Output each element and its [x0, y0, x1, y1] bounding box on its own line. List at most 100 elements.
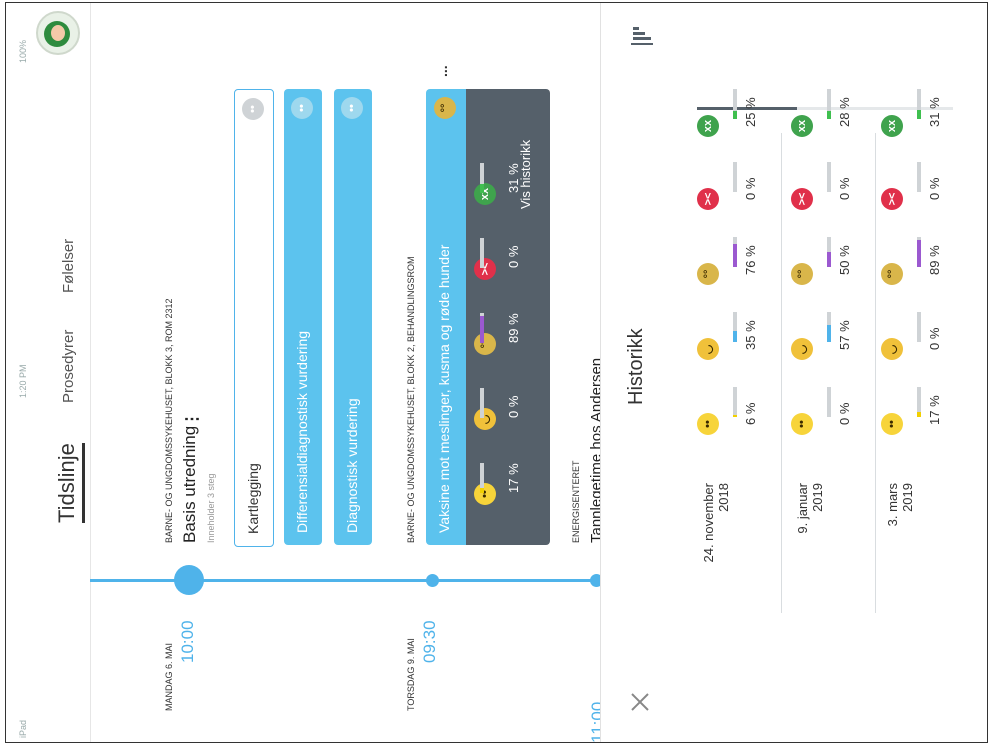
event-subtitle: Inneholder 3 steg — [206, 473, 216, 543]
column-divider — [781, 133, 782, 613]
event-location: BARNE- OG UNGDOMSSYKEHUSET, BLOKK 2, BEH… — [406, 256, 416, 543]
avatar[interactable] — [36, 11, 80, 55]
event-location: BARNE- OG UNGDOMSSYKEHUSET, BLOKK 3, ROM… — [164, 298, 174, 543]
fear-face-icon: °° — [434, 97, 456, 119]
emotion-level-bar — [733, 162, 737, 192]
emotion-level-bar — [827, 312, 831, 342]
emotion-percentage: 17 % — [927, 395, 942, 425]
emotion-level-bar — [480, 388, 484, 418]
step-label: Diagnostisk vurdering — [344, 398, 360, 533]
emotion-percentage: 89 % — [506, 313, 521, 343]
tab-tidslinje[interactable]: Tidslinje — [54, 443, 85, 523]
sick-face-icon: xx — [697, 115, 719, 137]
angry-face-icon: >< — [474, 258, 496, 280]
emotion-percentage: 35 % — [743, 320, 758, 350]
neutral-face-icon: •• — [291, 97, 313, 119]
timeline-node-large — [174, 565, 204, 595]
emotion-percentage: 25 % — [743, 97, 758, 127]
vaccine-emotion-panel: Vis historikk •• 17 % ◡ 0 % °° 89 % >< 0 % xx 31 … — [466, 89, 550, 545]
sick-face-icon: xx — [791, 115, 813, 137]
emotion-level-bar — [733, 237, 737, 267]
sad-face-icon: ◡ — [474, 408, 496, 430]
device-label: iPad — [18, 719, 28, 738]
emotion-percentage: 0 % — [837, 177, 852, 200]
history-date: 3. mars 2019 — [885, 483, 915, 527]
history-panel: Historikk 24. november 2018 •• 6 % ◡ 35 % °° 76… — [600, 3, 987, 742]
angry-face-icon: >< — [791, 188, 813, 210]
emotion-percentage: 57 % — [837, 320, 852, 350]
sick-face-icon: xx — [881, 115, 903, 137]
emotion-percentage: 0 % — [743, 177, 758, 200]
event-time: 09:30 — [420, 620, 439, 663]
sad-face-icon: ◡ — [791, 338, 813, 360]
tab-folelser[interactable]: Følelser — [60, 239, 77, 293]
battery-level: 100% — [18, 39, 28, 63]
emotion-level-bar — [827, 162, 831, 192]
fear-face-icon: °° — [474, 333, 496, 355]
emotion-level-bar — [733, 387, 737, 417]
step-card-kartlegging[interactable]: Kartlegging •• — [234, 89, 274, 547]
emotion-percentage: 0 % — [506, 395, 521, 418]
timeline-line — [90, 579, 600, 582]
emotion-level-bar — [827, 89, 831, 119]
event-menu-button[interactable]: ... — [434, 65, 450, 77]
step-label: Kartlegging — [245, 463, 261, 534]
event-menu-button[interactable]: ⋮ — [182, 411, 202, 427]
step-label: Differensialdiagnostisk vurdering — [294, 330, 310, 533]
emotion-level-bar — [827, 387, 831, 417]
emotion-level-bar — [480, 238, 484, 268]
event-location: ENERGISENTERET — [571, 460, 581, 543]
step-card-differensial[interactable]: Differensialdiagnostisk vurdering •• — [284, 89, 322, 545]
emotion-level-bar — [480, 313, 484, 343]
app-frame: iPad 1:20 PM 100% Tidslinje Prosedyrer F… — [5, 2, 988, 743]
bar-chart-icon[interactable] — [629, 23, 655, 49]
neutral-face-icon: •• — [341, 97, 363, 119]
emotion-level-bar — [917, 89, 921, 119]
emotion-level-bar — [917, 237, 921, 267]
emotion-percentage: 0 % — [506, 245, 521, 268]
neutral-face-icon: •• — [242, 98, 264, 120]
emotion-level-bar — [917, 162, 921, 192]
sad-face-icon: ◡ — [881, 338, 903, 360]
emotion-level-bar — [480, 463, 484, 493]
timeline-node-small — [426, 574, 439, 587]
emotion-level-bar — [917, 312, 921, 342]
fear-face-icon: °° — [791, 263, 813, 285]
emotion-percentage: 50 % — [837, 245, 852, 275]
event-title[interactable]: Basis utredning — [180, 426, 200, 543]
vaccine-card-title-bar: Vaksine mot meslinger, kusma og røde hun… — [426, 89, 466, 545]
clock: 1:20 PM — [18, 364, 28, 398]
emotion-percentage: 31 % — [927, 97, 942, 127]
history-date: 24. november 2018 — [701, 483, 731, 563]
sad-face-icon: ◡ — [697, 338, 719, 360]
vaccine-title: Vaksine mot meslinger, kusma og røde hun… — [436, 244, 452, 533]
emotion-percentage: 0 % — [927, 327, 942, 350]
emotion-level-bar — [480, 163, 484, 193]
emotion-percentage: 0 % — [927, 177, 942, 200]
happy-face-icon: •• — [791, 413, 813, 435]
status-bar: iPad 1:20 PM 100% — [6, 3, 91, 742]
close-icon[interactable] — [629, 691, 651, 713]
emotion-percentage: 89 % — [927, 245, 942, 275]
angry-face-icon: >< — [697, 188, 719, 210]
fear-face-icon: °° — [881, 263, 903, 285]
event-date: TORSDAG 9. MAI — [406, 638, 416, 711]
emotion-level-bar — [733, 312, 737, 342]
emotion-percentage: 17 % — [506, 463, 521, 493]
emotion-percentage: 31 % — [506, 163, 521, 193]
emotion-level-bar — [733, 89, 737, 119]
history-title: Historikk — [625, 328, 647, 405]
fear-face-icon: °° — [697, 263, 719, 285]
column-divider — [875, 133, 876, 613]
emotion-level-bar — [827, 237, 831, 267]
sick-face-icon: xx — [474, 183, 496, 205]
tab-prosedyrer[interactable]: Prosedyrer — [60, 330, 77, 403]
vaccine-card[interactable]: Vaksine mot meslinger, kusma og røde hun… — [426, 89, 550, 545]
angry-face-icon: >< — [881, 188, 903, 210]
history-date: 9. januar 2019 — [795, 483, 825, 534]
emotion-percentage: 76 % — [743, 245, 758, 275]
step-card-diagnostisk[interactable]: Diagnostisk vurdering •• — [334, 89, 372, 545]
happy-face-icon: •• — [881, 413, 903, 435]
event-date: MANDAG 6. MAI — [164, 642, 174, 711]
emotion-percentage: 6 % — [743, 402, 758, 425]
